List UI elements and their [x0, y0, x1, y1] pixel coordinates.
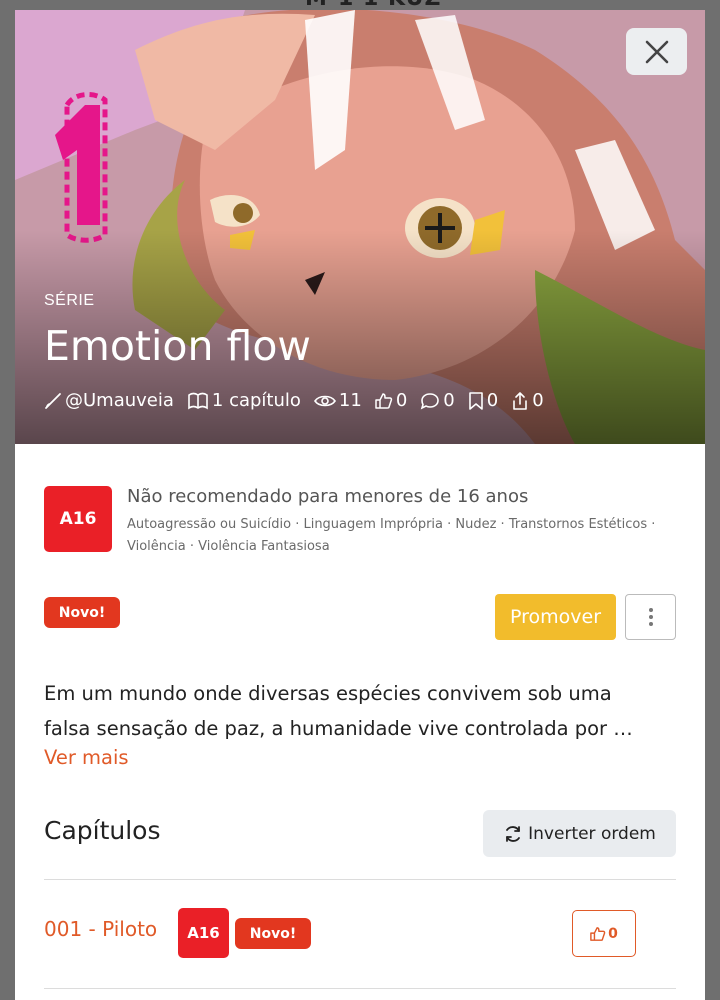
- thumbs-up-icon: [590, 926, 606, 941]
- synopsis: Em um mundo onde diversas espécies convi…: [44, 676, 674, 746]
- synopsis-line-1: Em um mundo onde diversas espécies convi…: [44, 682, 612, 705]
- promote-button[interactable]: Promover: [495, 594, 616, 640]
- chapter-like-button[interactable]: 0: [572, 910, 636, 957]
- age-rating-badge: A16: [44, 486, 112, 552]
- invert-order-button[interactable]: Inverter ordem: [483, 810, 676, 857]
- content-kind: SÉRIE: [44, 292, 95, 309]
- series-stats: @Umauveia 1 capítulo 11 0 0 0 0: [44, 390, 557, 411]
- age-rating-title: Não recomendado para menores de 16 anos: [127, 486, 529, 507]
- author-name: @Umauveia: [65, 390, 174, 411]
- see-more-link[interactable]: Ver mais: [44, 746, 129, 769]
- close-icon: [645, 40, 668, 63]
- thumbs-up-icon: [375, 392, 392, 409]
- brush-icon: [45, 392, 61, 409]
- bookmark-icon: [468, 391, 483, 410]
- more-vertical-icon: [648, 608, 653, 626]
- hero-banner: SÉRIE Emotion flow @Umauveia 1 capítulo …: [15, 10, 705, 444]
- new-badge: Novo!: [44, 597, 120, 628]
- eye-icon: [313, 395, 336, 406]
- chapter-new-badge: Novo!: [235, 918, 311, 949]
- chapters-heading: Capítulos: [44, 816, 161, 845]
- more-options-button[interactable]: [625, 594, 676, 640]
- synopsis-line-2: falsa sensação de paz, a humanidade vive…: [44, 717, 633, 740]
- shares-count[interactable]: 0: [511, 390, 544, 411]
- chapter-title-link[interactable]: 001 - Piloto: [44, 917, 157, 941]
- content-warnings: Autoagressão ou Suicídio · Linguagem Imp…: [127, 517, 656, 554]
- close-button[interactable]: [626, 28, 687, 75]
- likes-count[interactable]: 0: [375, 390, 407, 411]
- bookmarks-count[interactable]: 0: [468, 390, 498, 411]
- invert-order-label: Inverter ordem: [528, 823, 656, 844]
- chapters-count: 1 capítulo: [187, 390, 301, 411]
- share-icon: [513, 391, 527, 410]
- chapter-like-count: 0: [608, 925, 618, 942]
- book-icon: [188, 392, 208, 409]
- divider: [44, 988, 676, 989]
- views-count: 11: [313, 390, 362, 411]
- comments-count[interactable]: 0: [420, 390, 455, 411]
- divider: [44, 879, 676, 880]
- chapter-age-rating-badge: A16: [178, 908, 229, 958]
- refresh-icon: [506, 825, 521, 842]
- series-modal: SÉRIE Emotion flow @Umauveia 1 capítulo …: [15, 10, 705, 1000]
- comment-icon: [421, 392, 440, 410]
- series-title: Emotion flow: [44, 322, 311, 370]
- author-link[interactable]: @Umauveia: [44, 390, 174, 411]
